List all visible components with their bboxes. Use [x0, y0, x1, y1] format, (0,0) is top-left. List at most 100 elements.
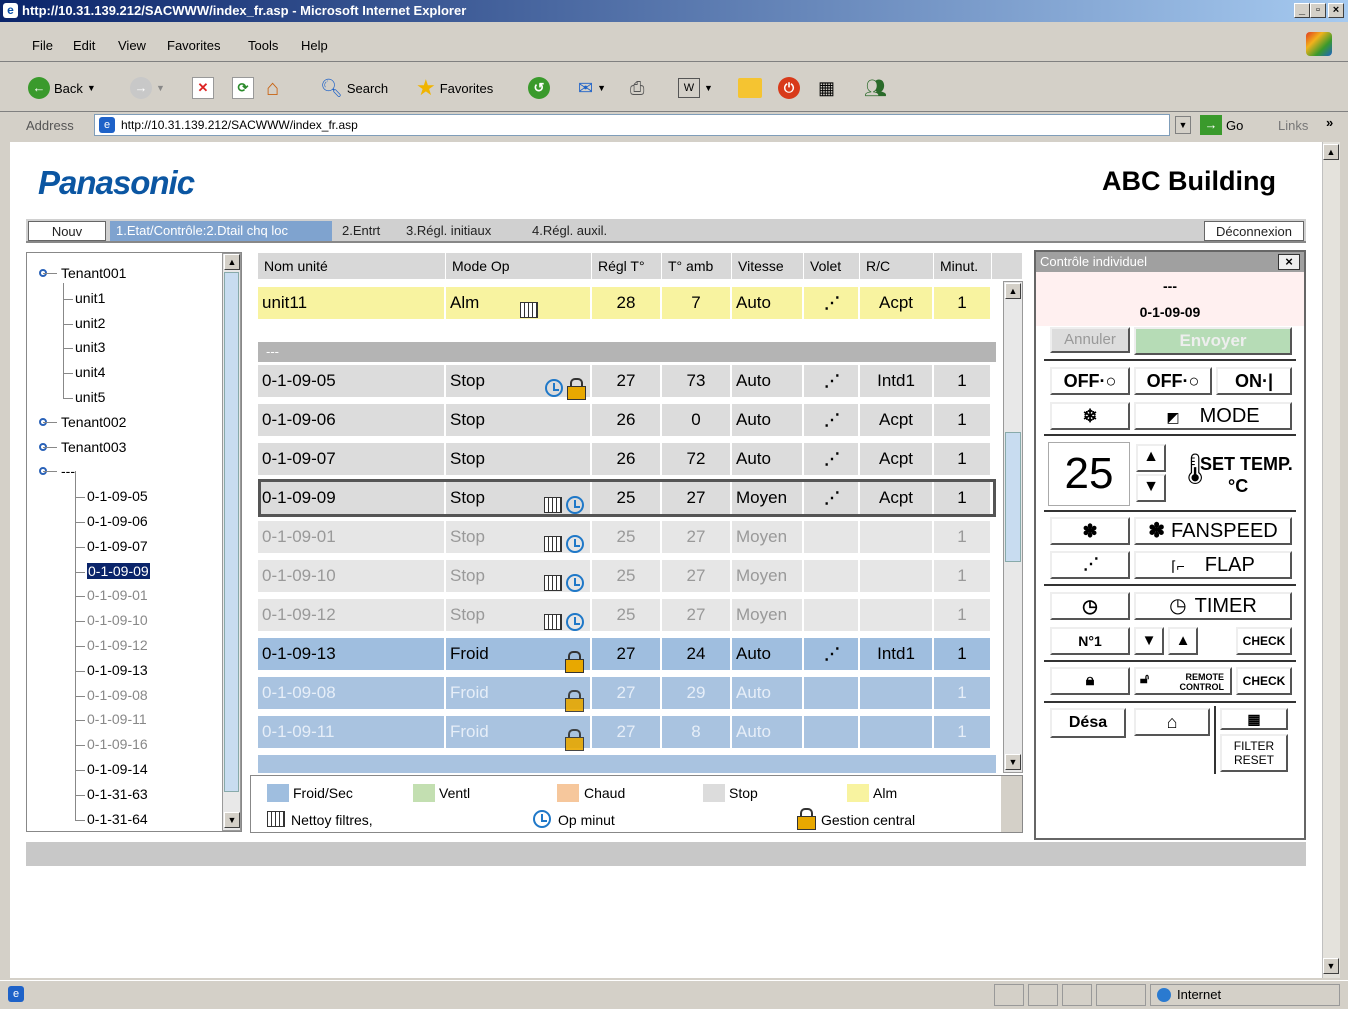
tree-node[interactable]: unit5	[75, 389, 105, 405]
fanspeed-button[interactable]: ✽ FANSPEED	[1134, 517, 1292, 545]
table-scroll-thumb[interactable]	[1005, 432, 1021, 562]
tree-node[interactable]: 0-1-09-06	[87, 513, 148, 529]
tree-node[interactable]: unit3	[75, 339, 105, 355]
cancel-button[interactable]: Annuler	[1050, 327, 1130, 353]
remote-control-button[interactable]: 🔓︎ REMOTE CONTROL	[1134, 667, 1232, 695]
favorites-button[interactable]: ★ Favorites	[416, 75, 493, 100]
go-button[interactable]: → Go	[1200, 115, 1243, 135]
contacts-button[interactable]: 👥︎	[864, 76, 887, 100]
column-header[interactable]: Minut.	[934, 253, 992, 279]
history-button[interactable]: ↺	[528, 76, 550, 100]
timer-check-button[interactable]: CHECK	[1236, 627, 1292, 655]
tree-scrollbar[interactable]: ▲ ▼	[222, 253, 241, 831]
tree-node[interactable]: Tenant002	[61, 414, 126, 430]
column-header[interactable]: Nom unité	[258, 253, 446, 279]
search-button[interactable]: 🔍︎ Search	[320, 76, 388, 100]
fanspeed-icon-button[interactable]: ✽	[1050, 517, 1130, 545]
links-button[interactable]: Links	[1278, 118, 1308, 133]
column-header[interactable]: Régl T°	[592, 253, 662, 279]
tree-node[interactable]: unit2	[75, 315, 105, 331]
temp-up-button[interactable]: ▲	[1136, 444, 1166, 472]
tree-node[interactable]: 0-1-09-13	[87, 662, 148, 678]
timer-up-button[interactable]: ▲	[1168, 627, 1198, 655]
column-header[interactable]: Mode Op	[446, 253, 592, 279]
timer-down-button[interactable]: ▼	[1134, 627, 1164, 655]
page-scrollbar[interactable]: ▲ ▼	[1322, 142, 1340, 978]
tree-node[interactable]: ---	[61, 463, 75, 479]
tree-node[interactable]: unit4	[75, 364, 105, 380]
print-button[interactable]: ⎙	[630, 76, 644, 100]
column-header[interactable]: Vitesse	[732, 253, 804, 279]
off-button-2[interactable]: OFF·○	[1134, 367, 1212, 395]
mode-icon-button[interactable]: ❄	[1050, 402, 1130, 430]
tab-nouv[interactable]: Nouv	[28, 221, 106, 241]
research-button[interactable]: ▦	[818, 76, 835, 100]
flap-button[interactable]: ⌈⌐ FLAP	[1134, 551, 1292, 579]
off-button-1[interactable]: OFF·○	[1050, 367, 1130, 395]
tree-node[interactable]: 0-1-09-05	[87, 488, 148, 504]
address-dropdown-icon[interactable]: ▼	[1175, 116, 1191, 134]
tab-regl-auxil[interactable]: 4.Régl. auxil.	[526, 221, 613, 241]
tab-regl-initiaux[interactable]: 3.Régl. initiaux	[400, 221, 497, 241]
minimize-icon[interactable]: _	[1294, 3, 1310, 18]
menu-favorites[interactable]: Favorites	[167, 38, 220, 53]
scroll-up-icon[interactable]: ▲	[224, 254, 240, 270]
scroll-up-icon[interactable]: ▲	[1005, 283, 1021, 299]
timer-button[interactable]: ◷ TIMER	[1134, 592, 1292, 620]
tree-node[interactable]: 0-1-09-12	[87, 637, 148, 653]
forward-button[interactable]: → ▼	[130, 76, 165, 100]
refresh-button[interactable]: ⟳	[232, 76, 254, 100]
tree-node[interactable]: Tenant001	[61, 265, 126, 281]
back-button[interactable]: ← Back ▼	[28, 76, 96, 100]
home-control-button[interactable]: ⌂	[1134, 708, 1210, 736]
tree-node[interactable]: 0-1-09-16	[87, 736, 148, 752]
filter-icon-button[interactable]: ▦	[1220, 708, 1288, 730]
home-button[interactable]: ⌂	[266, 75, 279, 100]
tab-etat-controle[interactable]: 1.Etat/Contrôle:2.Dtail chq loc	[110, 221, 332, 241]
on-button[interactable]: ON·|	[1216, 367, 1292, 395]
send-button[interactable]: Envoyer	[1134, 327, 1292, 355]
tree-scroll-thumb[interactable]	[224, 272, 239, 792]
chevron-right-icon[interactable]: »	[1326, 115, 1333, 130]
messenger-button[interactable]: ⏻	[778, 76, 800, 100]
scroll-down-icon[interactable]: ▼	[1005, 754, 1021, 770]
menu-view[interactable]: View	[118, 38, 146, 53]
temp-down-button[interactable]: ▼	[1136, 474, 1166, 502]
disable-button[interactable]: Désa	[1050, 708, 1126, 738]
menu-file[interactable]: File	[32, 38, 53, 53]
logout-button[interactable]: Déconnexion	[1204, 221, 1304, 241]
timer-number[interactable]: N°1	[1050, 627, 1130, 655]
filter-reset-button[interactable]: FILTER RESET	[1220, 734, 1288, 772]
scroll-up-icon[interactable]: ▲	[1323, 144, 1339, 160]
address-input[interactable]: e http://10.31.139.212/SACWWW/index_fr.a…	[94, 114, 1170, 136]
tree-node[interactable]: unit1	[75, 290, 105, 306]
tree-node[interactable]: 0-1-09-01	[87, 587, 148, 603]
mail-button[interactable]: ✉ ▼	[578, 76, 606, 100]
scroll-down-icon[interactable]: ▼	[1323, 958, 1339, 974]
column-header[interactable]: Volet	[804, 253, 860, 279]
menu-edit[interactable]: Edit	[73, 38, 95, 53]
tree-node[interactable]: 0-1-09-08	[87, 687, 148, 703]
tree-node[interactable]: 0-1-09-09	[87, 562, 150, 579]
tree-node[interactable]: 0-1-31-63	[87, 786, 148, 802]
close-icon[interactable]: ×	[1278, 254, 1300, 270]
flap-icon-button[interactable]: ⋰	[1050, 551, 1130, 579]
tree-node[interactable]: 0-1-09-10	[87, 612, 148, 628]
close-icon[interactable]: ×	[1328, 3, 1344, 18]
tree-node[interactable]: Tenant003	[61, 439, 126, 455]
scroll-down-icon[interactable]: ▼	[224, 812, 240, 828]
timer-icon-button[interactable]: ◷	[1050, 592, 1130, 620]
edit-button[interactable]: W ▼	[678, 76, 713, 100]
lock-button[interactable]: 🔒︎	[1050, 667, 1130, 695]
tab-entrt[interactable]: 2.Entrt	[336, 221, 386, 241]
tree-node[interactable]: 0-1-31-64	[87, 811, 148, 827]
tree-node[interactable]: 0-1-09-07	[87, 538, 148, 554]
mode-button[interactable]: ◩ MODE	[1134, 402, 1292, 430]
maximize-icon[interactable]: ▫	[1310, 3, 1326, 18]
column-header[interactable]: R/C	[860, 253, 934, 279]
stop-button[interactable]: ✕	[192, 76, 214, 100]
menu-tools[interactable]: Tools	[248, 38, 278, 53]
tree-node[interactable]: 0-1-09-11	[87, 711, 147, 727]
remote-check-button[interactable]: CHECK	[1236, 667, 1292, 695]
menu-help[interactable]: Help	[301, 38, 328, 53]
